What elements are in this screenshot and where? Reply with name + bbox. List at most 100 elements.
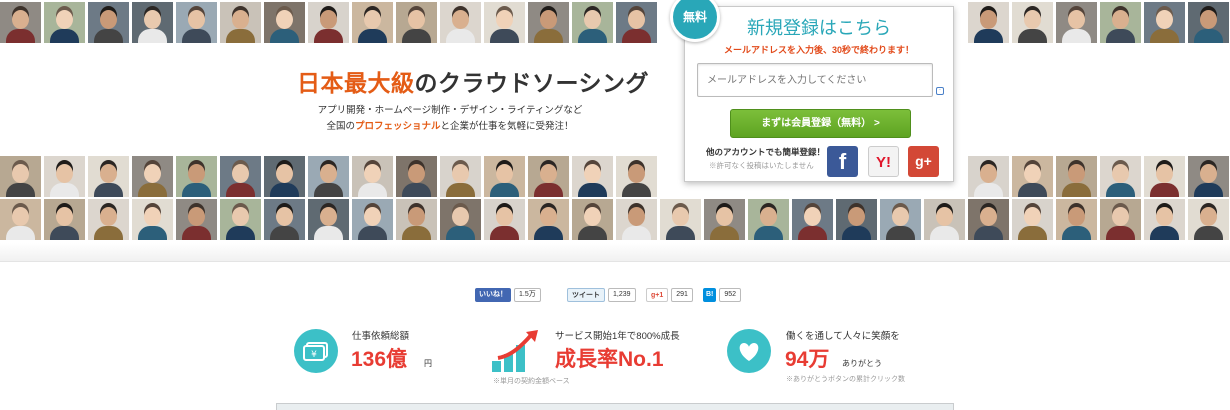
member-photo-row [0,156,1229,197]
member-photo-body [6,29,35,43]
member-photo-body [182,29,211,43]
member-photo-body [798,226,827,240]
facebook-login-button[interactable]: f [827,146,858,177]
member-photo-head [1112,10,1129,29]
member-photo-body [842,226,871,240]
member-photo-head [188,164,205,183]
money-icon: ¥ [294,329,338,373]
member-photo-head [452,10,469,29]
stat-value: 136億 [351,348,408,371]
input-helper-icon: · [936,87,944,95]
member-photo-body [94,29,123,43]
hatena-bookmark-button[interactable]: B! [703,288,717,302]
member-photo [1056,199,1097,240]
member-photo-body [710,226,739,240]
member-photo-head [56,10,73,29]
google-plus-widget[interactable]: g+1 291 [646,288,693,302]
member-photo-body [534,183,563,197]
member-photo-head [188,10,205,29]
member-photo-body [1062,29,1091,43]
member-photo-head [276,10,293,29]
member-photo-head [320,207,337,226]
headline-rest: のクラウドソーシング [414,70,650,96]
member-photo-head [628,164,645,183]
member-photo [440,199,481,240]
member-photo-body [1018,226,1047,240]
member-photo-head [1024,10,1041,29]
signup-title: 新規登録はこちら [747,18,891,38]
member-photo-head [936,207,953,226]
facebook-like-widget[interactable]: いいね！ 1.5万 [475,288,541,302]
member-photo-body [446,226,475,240]
member-photo [1144,199,1185,240]
member-photo-body [226,29,255,43]
member-photo [1012,156,1053,197]
member-photo-body [666,226,695,240]
member-photo-body [50,29,79,43]
member-photo-body [490,183,519,197]
member-photo-head [892,207,909,226]
google-plus-button[interactable]: g+1 [646,288,669,302]
member-photo-body [1194,183,1223,197]
member-photo [616,2,657,43]
member-photo-head [1156,10,1173,29]
google-login-button[interactable]: g+ [908,146,939,177]
member-photo-body [446,183,475,197]
member-photo [924,199,965,240]
member-photo-body [358,226,387,240]
member-photo [1188,2,1229,43]
member-photo [352,156,393,197]
hero-divider [0,243,1230,262]
member-photo-body [358,29,387,43]
member-photo [308,156,349,197]
yahoo-login-button[interactable]: Y! [868,146,899,177]
hatena-bookmark-widget[interactable]: B! 952 [703,288,742,302]
member-photo-body [754,226,783,240]
member-photo-head [1156,207,1173,226]
member-photo [484,156,525,197]
member-photo-head [1024,164,1041,183]
member-photo-head [320,10,337,29]
hatena-bookmark-count: 952 [719,288,742,302]
member-photo [572,2,613,43]
member-photo-body [402,226,431,240]
member-photo [132,2,173,43]
stat-unit: ありがとう [842,359,882,368]
member-photo [176,2,217,43]
facebook-like-button[interactable]: いいね！ [475,288,511,302]
member-photo [528,2,569,43]
member-photo-head [1200,164,1217,183]
member-photo-head [628,10,645,29]
stat-note: ※単月の契約金額ベース [493,378,570,385]
member-photo-head [848,207,865,226]
member-photo [1056,2,1097,43]
member-photo-head [980,164,997,183]
member-photo [220,2,261,43]
member-photo-head [144,164,161,183]
headline-accent: 日本最大級 [297,70,415,96]
email-input[interactable] [697,63,933,97]
member-photo [1056,156,1097,197]
member-photo-body [974,226,1003,240]
tweet-button[interactable]: ツイート [567,288,605,302]
tweet-widget[interactable]: ツイート 1,239 [567,288,636,302]
member-photo-body [622,29,651,43]
member-photo-head [144,207,161,226]
member-photo [308,2,349,43]
content-frame-top [276,403,954,410]
heart-icon [727,329,771,373]
member-photo-body [50,183,79,197]
member-photo-head [1068,10,1085,29]
member-photo-head [540,207,557,226]
member-photo [44,2,85,43]
member-photo-head [716,207,733,226]
member-photo [528,199,569,240]
stat-note: ※ありがとうボタンの累計クリック数 [786,376,905,383]
member-photo-body [226,226,255,240]
member-photo [1188,156,1229,197]
register-button[interactable]: まずは会員登録（無料） > [730,109,911,138]
member-photo [1188,199,1229,240]
member-photo [264,2,305,43]
member-photo [748,199,789,240]
member-photo [1012,199,1053,240]
